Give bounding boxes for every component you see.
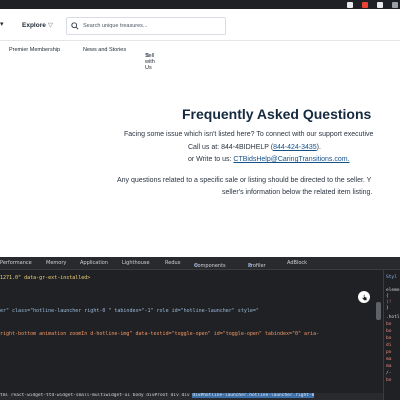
gear-icon: ⚙ [248, 263, 253, 269]
menu-chevron-icon[interactable]: ▾ [0, 20, 4, 28]
elements-tree[interactable]: 1271.0" data-gr-ext-installed> er" class… [0, 270, 383, 400]
code-line[interactable]: right-bottom animation zoomIn d-hotline-… [0, 331, 319, 337]
styles-line: bo [386, 378, 392, 383]
hand-pointer-icon [361, 294, 367, 300]
seller-note: Any questions related to a specific sale… [117, 177, 372, 184]
search-input[interactable]: Search unique treasures... [66, 17, 226, 35]
tab-lighthouse[interactable]: Lighthouse [122, 260, 150, 266]
styles-pane: Styl eleme { (! } .hotl bo bo bo di po m… [383, 270, 400, 400]
browser-chrome-bar [0, 0, 400, 9]
phone-line: Call us at: 844-4BIDHELP (844-424-3435). [188, 144, 321, 151]
external-link-icon: ⧉ [146, 53, 150, 59]
email-prefix: or Write to us: [188, 156, 234, 163]
styles-line: .hotl [386, 315, 400, 320]
styles-line: (! [386, 300, 392, 305]
explore-menu[interactable]: Explore ▽ [22, 21, 53, 29]
styles-line: } [386, 306, 389, 311]
code-line[interactable]: 1271.0" data-gr-ext-installed> [0, 275, 90, 281]
tab-performance[interactable]: Performance [0, 260, 32, 266]
tab-label: Components [194, 263, 226, 269]
gear-icon: ⚙ [194, 263, 199, 269]
breadcrumb-path[interactable]: tml react-widget-ttd-widget-small-multiw… [0, 393, 192, 398]
styles-line: /- [386, 371, 392, 376]
explore-label: Explore [22, 22, 46, 29]
styles-line: bo [386, 329, 392, 334]
styles-line: { [386, 294, 389, 299]
styles-line: di [386, 343, 392, 348]
site-header: ▾ Explore ▽ Search unique treasures... [0, 9, 400, 41]
secondary-nav: Premier Membership News and Stories Sell… [0, 41, 400, 71]
extension-icon[interactable] [392, 1, 398, 8]
hotline-launcher-overlay[interactable] [358, 291, 370, 303]
dom-breadcrumb: tml react-widget-ttd-widget-small-multiw… [0, 393, 383, 400]
styles-line: ma [386, 357, 392, 362]
nav-item-news-and-stories[interactable]: News and Stories [83, 47, 126, 53]
phone-prefix: Call us at: 844-4BIDHELP ( [188, 144, 274, 151]
tab-adblock[interactable]: AdBlock [287, 260, 307, 266]
styles-line: bo [386, 336, 392, 341]
styles-line: po [386, 350, 392, 355]
extension-icon[interactable] [362, 1, 368, 8]
tab-memory[interactable]: Memory [46, 260, 66, 266]
seller-note-continued: seller's information below the related i… [222, 189, 373, 196]
styles-line: ma [386, 364, 392, 369]
email-link[interactable]: CTBidsHelp@CaringTransitions.com. [233, 156, 349, 163]
nav-item-premier-membership[interactable]: Premier Membership [9, 47, 60, 53]
breadcrumb-selected[interactable]: div#hotline-launcher.hotline-launcher.ri… [192, 393, 315, 398]
devtools-panel: Performance Memory Application Lighthous… [0, 257, 400, 400]
scrollbar-thumb[interactable] [376, 302, 381, 320]
code-line[interactable]: er" class="hotline-launcher right-0 " ta… [0, 308, 259, 314]
page-title: Frequently Asked Questions [182, 106, 372, 122]
tab-application[interactable]: Application [80, 260, 108, 266]
search-icon [71, 22, 79, 30]
extension-icon[interactable] [347, 1, 353, 8]
styles-line: bo [386, 322, 392, 327]
styles-tab-label[interactable]: Styl [386, 275, 397, 280]
devtools-tab-bar: Performance Memory Application Lighthous… [0, 257, 400, 270]
styles-line: eleme [386, 288, 400, 293]
tab-redux[interactable]: Redux [165, 260, 181, 266]
extension-icon[interactable] [377, 1, 383, 8]
support-text: Facing some issue which isn't listed her… [124, 131, 374, 138]
search-placeholder: Search unique treasures... [83, 23, 148, 29]
phone-link[interactable]: 844-424-3435 [273, 144, 317, 151]
browser-extension-icons [347, 0, 398, 9]
phone-suffix: ). [316, 144, 321, 151]
chevron-down-icon: ▽ [47, 22, 53, 29]
email-line: or Write to us: CTBidsHelp@CaringTransit… [188, 156, 350, 163]
